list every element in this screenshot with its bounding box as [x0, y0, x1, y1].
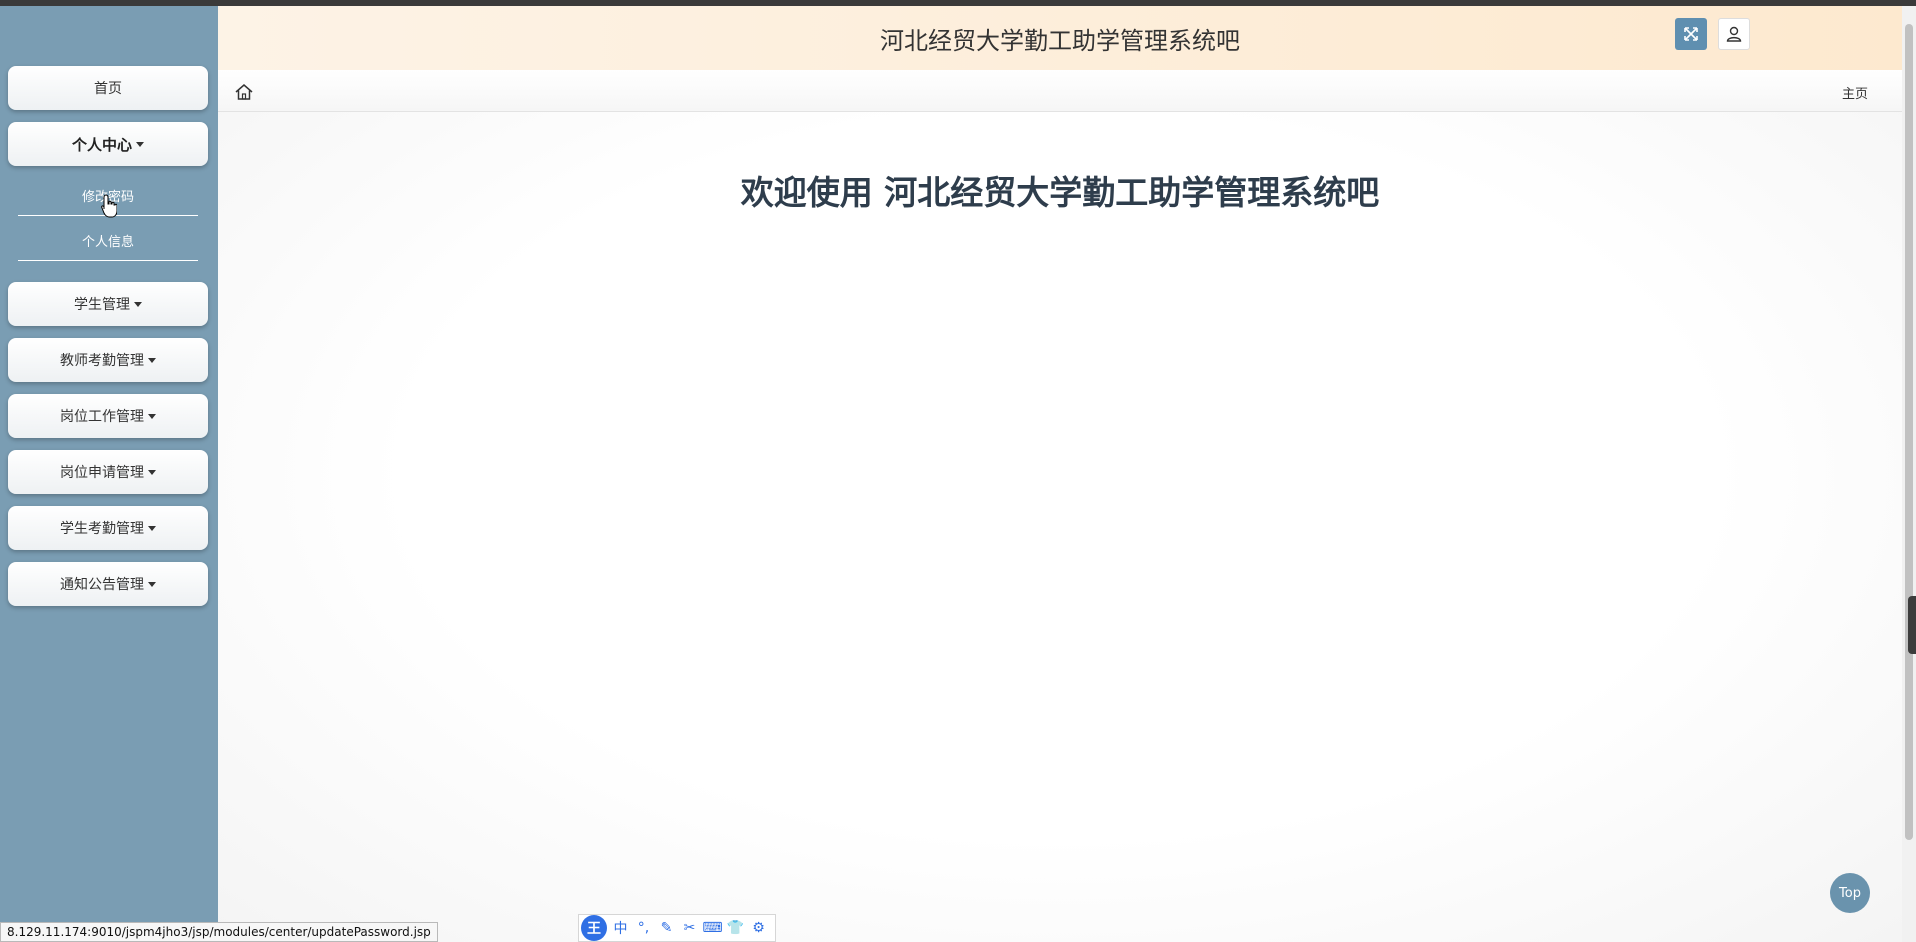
caret-down-icon: [148, 525, 156, 531]
breadcrumb: 主页: [218, 70, 1902, 112]
scrollbar-thumb[interactable]: [1905, 24, 1913, 840]
user-icon: [1726, 26, 1742, 42]
sidebar-item-label: 岗位工作管理: [60, 409, 144, 425]
expand-icon: [1684, 27, 1698, 41]
caret-down-icon: [148, 413, 156, 419]
ime-keyboard-icon[interactable]: ⌨: [702, 918, 722, 938]
caret-down-icon: [148, 469, 156, 475]
cursor-icon: [101, 194, 117, 218]
sidebar-item-student-attendance[interactable]: 学生考勤管理: [8, 506, 208, 550]
side-panel-handle[interactable]: [1908, 596, 1916, 654]
fullscreen-button[interactable]: [1675, 18, 1707, 50]
sidebar-item-label: 教师考勤管理: [60, 353, 144, 369]
sidebar-item-label: 首页: [94, 81, 122, 97]
sidebar-item-label: 个人中心: [71, 135, 132, 154]
sidebar-item-label: 岗位申请管理: [60, 465, 144, 481]
sidebar-item-student-management[interactable]: 学生管理: [8, 282, 208, 326]
ime-punctuation-icon[interactable]: °,: [634, 918, 653, 938]
home-icon[interactable]: [234, 82, 254, 102]
status-bar-url: 8.129.11.174:9010/jspm4jho3/jsp/modules/…: [0, 922, 438, 942]
sidebar-item-teacher-attendance[interactable]: 教师考勤管理: [8, 338, 208, 382]
caret-down-icon: [136, 141, 144, 147]
sidebar-subitem-personal-info[interactable]: 个人信息: [18, 221, 198, 261]
caret-down-icon: [148, 357, 156, 363]
ime-toolbar: 王 中 °, ✎ ✂ ⌨ 👕 ⚙: [578, 914, 776, 942]
ime-skin-icon[interactable]: 👕: [726, 918, 745, 938]
sidebar-item-personal-center[interactable]: 个人中心: [8, 122, 208, 166]
caret-down-icon: [148, 581, 156, 587]
welcome-title: 欢迎使用 河北经贸大学勤工助学管理系统吧: [740, 173, 1380, 212]
vertical-scrollbar[interactable]: [1902, 6, 1916, 942]
header: 河北经贸大学勤工助学管理系统吧: [218, 6, 1902, 70]
ime-scissors-icon[interactable]: ✂: [680, 918, 699, 938]
sidebar-item-home[interactable]: 首页: [8, 66, 208, 110]
sidebar-subitem-label: 个人信息: [81, 235, 134, 250]
ime-chinese-mode-icon[interactable]: 中: [611, 918, 630, 938]
sidebar-item-label: 通知公告管理: [60, 577, 144, 593]
sidebar-item-notice-management[interactable]: 通知公告管理: [8, 562, 208, 606]
app-title: 河北经贸大学勤工助学管理系统吧: [880, 26, 1240, 55]
sidebar-item-position-work[interactable]: 岗位工作管理: [8, 394, 208, 438]
breadcrumb-current[interactable]: 主页: [1842, 83, 1868, 102]
ime-handwriting-icon[interactable]: ✎: [657, 918, 676, 938]
caret-down-icon: [134, 301, 142, 307]
back-to-top-button[interactable]: Top: [1830, 873, 1870, 913]
sidebar-item-label: 学生考勤管理: [60, 521, 144, 537]
main-content: 河北经贸大学勤工助学管理系统吧 主页 欢迎使用 河北经贸大学勤工助学管理系统吧: [218, 6, 1902, 942]
user-button[interactable]: [1718, 18, 1750, 50]
ime-logo-icon[interactable]: 王: [581, 915, 607, 941]
sidebar: 首页 个人中心 修改密码 个人信息 学生管理 教师考勤管理 岗位工作管理 岗位申…: [0, 6, 218, 942]
sidebar-item-label: 学生管理: [74, 297, 130, 313]
sidebar-item-position-application[interactable]: 岗位申请管理: [8, 450, 208, 494]
ime-settings-icon[interactable]: ⚙: [749, 918, 768, 938]
